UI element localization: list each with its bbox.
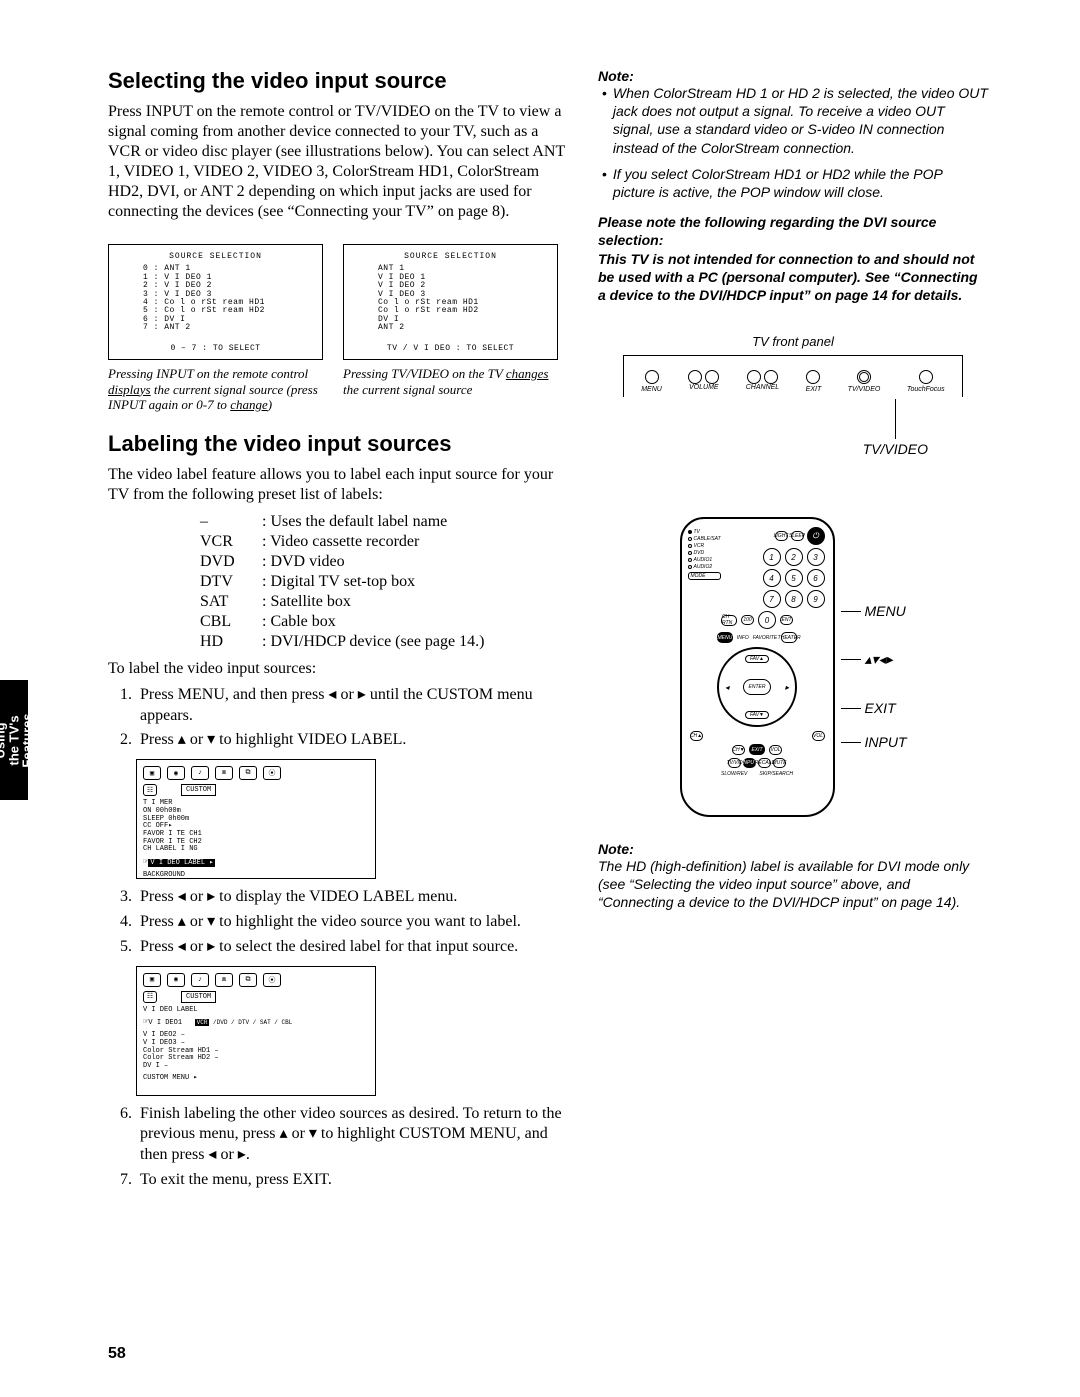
menu-tab-icon: ▣	[143, 973, 161, 987]
panel-vol-down-button[interactable]	[688, 370, 702, 384]
osd-row: SOURCE SELECTION 0 : ANT 11 : V I DEO 12…	[108, 244, 570, 413]
remote-illustration: TV CABLE/SAT VCR DVD AUDIO1 AUDIO2 MODE …	[598, 517, 988, 817]
panel-vol-up-button[interactable]	[705, 370, 719, 384]
menu-tab-icon: ⦿	[263, 766, 281, 780]
panel-menu-button[interactable]	[645, 370, 659, 384]
callout-arrows: ▴▾◂▸	[841, 651, 907, 668]
panel-exit-button[interactable]	[806, 370, 820, 384]
menu-tab-icon: ⧉	[239, 973, 257, 987]
osd1-caption: Pressing INPUT on the remote control dis…	[108, 366, 323, 413]
heading-labeling: Labeling the video input sources	[108, 431, 570, 457]
menu-tab-icon: ⧉	[239, 766, 257, 780]
note-2: Note: The HD (high-definition) label is …	[598, 841, 988, 912]
callout-exit: EXIT	[841, 700, 907, 716]
custom-menu-1: ▣ ◉ ♪ ⧈ ⧉ ⦿ ☷CUSTOM T I MER ON 00h00m SL…	[136, 759, 376, 879]
heading-selecting: Selecting the video input source	[108, 68, 570, 94]
dpad[interactable]: FAV▲ ENTER FAV▼ ◂ ▸	[717, 647, 797, 727]
page-number: 58	[108, 1345, 126, 1363]
steps-end: Finish labeling the other video sources …	[136, 1104, 570, 1191]
steps: Press MENU, and then press ◂ or ▸ until …	[136, 685, 570, 751]
panel-touchfocus-button[interactable]	[919, 370, 933, 384]
panel-ch-down-button[interactable]	[747, 370, 761, 384]
callout-input: INPUT	[841, 734, 907, 750]
note-1: Note: When ColorStream HD 1 or HD 2 is s…	[598, 68, 988, 201]
panel-ch-up-button[interactable]	[764, 370, 778, 384]
note-dvi: Please note the following regarding the …	[598, 213, 988, 304]
callout-menu: MENU	[841, 603, 907, 619]
label-table: –: Uses the default label nameVCR: Video…	[198, 511, 496, 653]
exit-button[interactable]: EXIT	[749, 744, 765, 755]
osd-remote: SOURCE SELECTION 0 : ANT 11 : V I DEO 12…	[108, 244, 323, 360]
para-selecting: Press INPUT on the remote control or TV/…	[108, 102, 570, 222]
sub-icon: ☷	[143, 784, 157, 796]
side-tab: Using the TV's Features	[0, 680, 28, 800]
para-to-label: To label the video input sources:	[108, 659, 570, 679]
menu-tab-icon: ◉	[167, 973, 185, 987]
front-panel: TV front panel MENU VOLUME CHANNEL EXIT …	[598, 334, 988, 457]
steps-cont: Press ◂ or ▸ to display the VIDEO LABEL …	[136, 887, 570, 957]
menu-tab-icon: ♪	[191, 973, 209, 987]
sub-icon: ☷	[143, 991, 157, 1003]
para-labeling: The video label feature allows you to la…	[108, 465, 570, 505]
enter-button[interactable]: ENTER	[743, 679, 771, 695]
osd2-caption: Pressing TV/VIDEO on the TV changes the …	[343, 366, 558, 397]
menu-tab-icon: ▣	[143, 766, 161, 780]
menu-tab-icon: ⧈	[215, 973, 233, 987]
menu-tab-icon: ♪	[191, 766, 209, 780]
menu-tab-icon: ⦿	[263, 973, 281, 987]
panel-tvvideo-button[interactable]	[857, 370, 871, 384]
custom-menu-2: ▣ ◉ ♪ ⧈ ⧉ ⦿ ☷CUSTOM V I DEO LABEL ☞V I D…	[136, 966, 376, 1096]
menu-tab-icon: ◉	[167, 766, 185, 780]
menu-button[interactable]: MENU	[717, 632, 733, 643]
power-button[interactable]: ⏻	[807, 527, 825, 545]
osd-tv: SOURCE SELECTION ANT 1V I DEO 1V I DEO 2…	[343, 244, 558, 360]
menu-tab-icon: ⧈	[215, 766, 233, 780]
